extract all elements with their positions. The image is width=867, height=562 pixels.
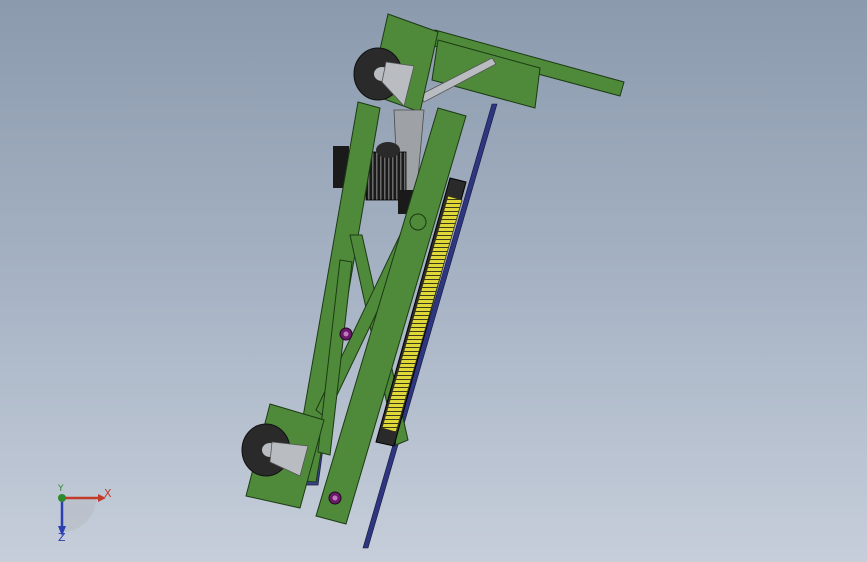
axis-z-label: Z	[58, 531, 66, 544]
cad-viewport[interactable]: X Y Z	[0, 0, 867, 562]
scissor-lift-model[interactable]	[0, 0, 867, 562]
axis-triad: X Y Z	[40, 480, 120, 550]
axis-x-label: X	[104, 487, 112, 500]
axis-y-label: Y	[58, 484, 64, 494]
top-arm	[419, 29, 625, 109]
